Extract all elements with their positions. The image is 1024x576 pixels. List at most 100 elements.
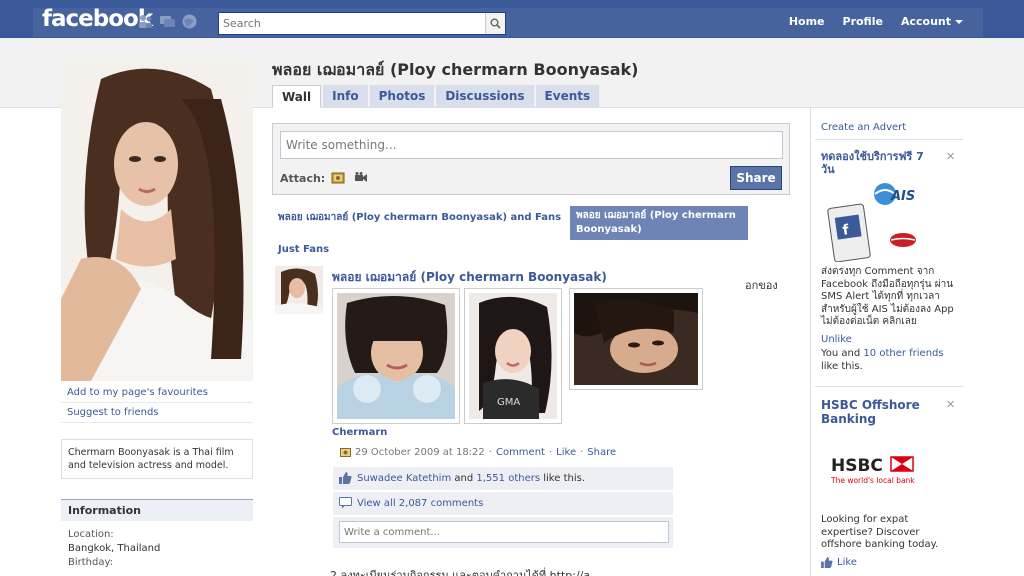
ad-divider-1 [815,139,963,140]
filter-page-and-fans[interactable]: พลอย เฌอมาลย์ (Ploy chermarn Boonyasak) … [278,210,561,225]
avatar-image [275,266,323,314]
ad-ais-image[interactable]: AIS f [825,180,929,262]
write-comment-input[interactable] [339,521,669,543]
search-box [218,12,506,35]
likes-and-text: and [454,473,474,484]
ad-hsbc-body: Looking for expat expertise? Discover of… [821,514,939,550]
profile-photo-image [61,59,253,381]
ad-ais-close-icon[interactable]: ✕ [946,150,955,163]
attach-label: Attach: [280,171,326,185]
tab-discussions[interactable]: Discussions [436,85,534,108]
ad-ais-social-suffix: like this. [821,360,863,372]
information-body: Location: Bangkok, Thailand Birthday: [61,528,253,570]
thumbs-up-icon [339,472,352,484]
profile-picture[interactable] [61,59,253,381]
messages-icon[interactable] [159,13,176,30]
story-photo-3[interactable] [569,288,703,390]
create-advert-link[interactable]: Create an Advert [821,122,906,133]
view-all-comments-link[interactable]: View all 2,087 comments [357,498,483,509]
svg-text:GMA: GMA [497,397,520,408]
likes-others-link[interactable]: 1,551 others [476,473,540,484]
photo-1-image [337,293,455,419]
next-story-text: 2 ลงทะเบียนร่วมกิจกรรม และตอบคำถามได้ที่… [330,569,591,576]
liker-name-link[interactable]: Suwadee Katethim [357,473,451,484]
ad-hsbc-brand: HSBC [831,456,883,476]
notification-jewels [137,13,198,30]
facebook-logo[interactable]: facebook [42,6,153,32]
notifications-globe-icon[interactable] [181,13,198,30]
search-button[interactable] [485,13,505,34]
chevron-down-icon [955,20,963,24]
comment-box [333,517,673,548]
top-nav: Home Profile Account [780,15,972,28]
birthday-label: Birthday: [68,557,114,568]
nav-profile[interactable]: Profile [834,15,892,28]
ad-ais-friends-link[interactable]: 10 other friends [863,348,943,359]
add-to-favourites-link[interactable]: Add to my page's favourites [61,383,253,403]
filter-just-fans[interactable]: Just Fans [278,244,329,255]
share-button[interactable]: Share [730,166,782,190]
nav-home[interactable]: Home [780,15,834,28]
ad-ais-title[interactable]: ทดลองใช้บริการฟรี 7 วัน [821,150,939,176]
meta-separator-2: · [548,447,553,458]
profile-tabs: Wall Info Photos Discussions Events [272,85,600,108]
location-value: Bangkok, Thailand [68,543,161,554]
photo-2-image: GMA [469,293,557,419]
likes-tail-text: like this. [543,473,585,484]
ad-ais-brand: AIS [890,189,915,204]
thumbs-up-icon [821,557,833,568]
bio-box: Chermarn Boonyasak is a Thai film and te… [61,439,253,479]
story-photo-1[interactable] [332,288,460,424]
information-header: Information [61,499,253,521]
nav-account-label: Account [900,15,951,28]
ad-hsbc-image[interactable]: HSBC The world's local bank [825,447,929,492]
tab-info[interactable]: Info [323,85,368,108]
attach-video-icon[interactable] [353,171,369,185]
meta-separator-3: · [580,447,584,458]
meta-separator-1: · [488,447,492,458]
story-author-name[interactable]: พลอย เฌอมาลย์ (Ploy chermarn Boonyasak) [332,268,607,287]
comment-link[interactable]: Comment [496,447,545,458]
story-timestamp[interactable]: 29 October 2009 at 18:22 [355,447,485,458]
publisher: Write something... Attach: Share [272,123,790,195]
ad-divider-2 [815,386,963,387]
ad-hsbc-close-icon[interactable]: ✕ [946,398,955,411]
ad-ais-social-prefix: You and [821,348,861,359]
ad-hsbc-like-button[interactable]: Like [821,557,857,568]
nav-account[interactable]: Account [892,15,972,28]
story-author-avatar[interactable] [275,266,323,314]
story-side-text: อกของ [745,279,778,292]
ad-hsbc-like-label: Like [837,557,857,568]
tab-events[interactable]: Events [535,85,600,108]
write-something-input[interactable]: Write something... [280,131,783,159]
friend-requests-icon[interactable] [137,13,154,30]
ad-hsbc-artwork: HSBC The world's local bank [825,447,929,492]
profile-actions: Add to my page's favourites Suggest to f… [61,383,253,423]
story-photo-2[interactable]: GMA [464,288,562,424]
share-link[interactable]: Share [587,447,616,458]
album-link[interactable]: Chermarn [332,427,387,438]
suggest-to-friends-link[interactable]: Suggest to friends [61,403,253,423]
ad-ais-social-context: You and 10 other friends like this. [821,348,959,373]
attach-photo-icon[interactable] [331,171,347,185]
ad-ais-body: ส่งตรงทุก Comment จาก Facebook ถึงมือถือ… [821,266,954,327]
location-label: Location: [68,529,114,540]
ad-ais-artwork: AIS f [825,180,929,262]
search-input[interactable] [219,13,479,33]
like-link[interactable]: Like [556,447,576,458]
photo-3-image [574,293,698,385]
view-comments-row: View all 2,087 comments [333,492,673,515]
page-title: พลอย เฌอมาลย์ (Ploy chermarn Boonyasak) [272,60,639,79]
tab-wall[interactable]: Wall [272,85,322,108]
comment-bubble-icon [339,497,352,509]
story-meta: 29 October 2009 at 18:22 · Comment · Lik… [340,447,616,458]
search-icon [490,18,501,29]
photo-post-icon [340,448,351,457]
ad-ais-unlike-link[interactable]: Unlike [821,334,852,345]
ad-hsbc-title[interactable]: HSBC Offshore Banking [821,398,939,426]
likes-row: Suwadee Katethim and 1,551 others like t… [333,467,673,490]
filter-page-only[interactable]: พลอย เฌอมาลย์ (Ploy chermarn Boonyasak) [570,206,748,240]
attach-row: Attach: [280,171,369,185]
ad-hsbc-tagline: The world's local bank [830,476,915,485]
tab-photos[interactable]: Photos [369,85,435,108]
